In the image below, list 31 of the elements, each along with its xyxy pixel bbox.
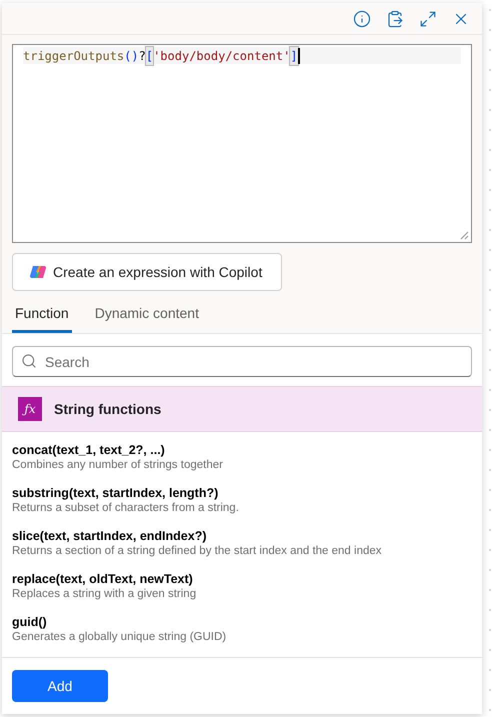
expression-editor[interactable]: triggerOutputs()?['body/body/content'] — [12, 44, 472, 243]
code-line: triggerOutputs()?['body/body/content'] — [23, 46, 298, 64]
copilot-button[interactable]: Create an expression with Copilot — [12, 253, 282, 291]
function-icon: ƒx — [18, 397, 42, 421]
function-item[interactable]: substring(text, startIndex, length?) Returns a subset of characters from a string. — [2, 479, 482, 522]
category-header[interactable]: ƒx String functions — [2, 386, 482, 432]
function-description: Generates a globally unique string (GUID) — [12, 630, 228, 644]
copilot-logo-icon — [29, 263, 47, 281]
tab[interactable]: Dynamic content — [92, 297, 202, 333]
search-field[interactable]: Search — [12, 346, 472, 377]
function-description: Combines any number of strings together — [12, 458, 224, 472]
function-signature: concat(text_1, text_2?, ...) — [12, 442, 166, 458]
clipboard-icon[interactable] — [386, 10, 404, 28]
function-item[interactable]: slice(text, startIndex, endIndex?) Returns a section of a string defined by the start index and the end index — [2, 522, 482, 565]
search-icon — [21, 353, 37, 369]
function-item[interactable]: guid() Generates a globally unique string (GUID) — [2, 608, 482, 651]
info-icon[interactable] — [353, 10, 371, 28]
function-item[interactable]: concat(text_1, text_2?, ...) Combines any number of strings together — [2, 436, 482, 479]
function-description: Returns a section of a string defined by the start index and the end index — [12, 544, 383, 558]
function-signature: substring(text, startIndex, length?) — [12, 486, 220, 500]
tab[interactable]: Function — [12, 297, 72, 333]
resize-grip-icon[interactable] — [460, 231, 469, 240]
function-description: Replaces a string with a given string — [12, 586, 198, 602]
function-signature: replace(text, oldText, newText) — [12, 572, 194, 586]
category-title: String functions — [54, 400, 162, 419]
function-description: Returns a subset of characters from a string. — [12, 500, 240, 516]
function-signature: slice(text, startIndex, endIndex?) — [12, 528, 208, 544]
function-item[interactable]: replace(text, oldText, newText) Replaces a string with a given string — [2, 565, 482, 608]
add-button[interactable]: Add — [12, 670, 108, 702]
function-signature: guid() — [12, 614, 48, 630]
expand-icon[interactable] — [419, 10, 437, 28]
